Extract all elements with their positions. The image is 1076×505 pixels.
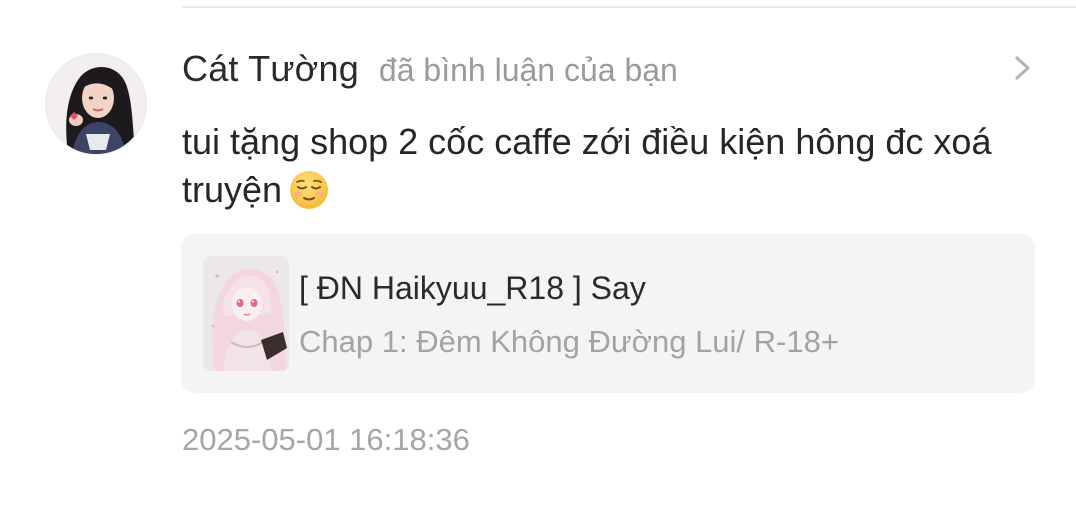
action-text: đã bình luận của bạn xyxy=(378,52,678,88)
user-avatar[interactable] xyxy=(45,53,147,155)
notification-page: Cát Tường đã bình luận của bạn tui tặng … xyxy=(0,0,1076,505)
chapter-title: Chap 1: Đêm Không Đường Lui/ R-18+ xyxy=(299,324,839,359)
story-title: [ ĐN Haikyuu_R18 ] Say xyxy=(299,270,646,306)
username[interactable]: Cát Tường xyxy=(182,48,359,90)
chevron-right-icon[interactable] xyxy=(1012,54,1034,82)
top-divider xyxy=(182,6,1076,8)
avatar-image xyxy=(46,54,146,154)
relieved-face-emoji xyxy=(288,169,330,211)
story-card[interactable]: [ ĐN Haikyuu_R18 ] Say Chap 1: Đêm Không… xyxy=(181,234,1035,393)
notification-header: Cát Tường đã bình luận của bạn xyxy=(182,48,678,94)
comment-body: tui tặng shop 2 cốc caffe zới điều kiện … xyxy=(182,118,1032,214)
story-cover-image xyxy=(203,256,289,371)
timestamp: 2025-05-01 16:18:36 xyxy=(182,422,470,457)
